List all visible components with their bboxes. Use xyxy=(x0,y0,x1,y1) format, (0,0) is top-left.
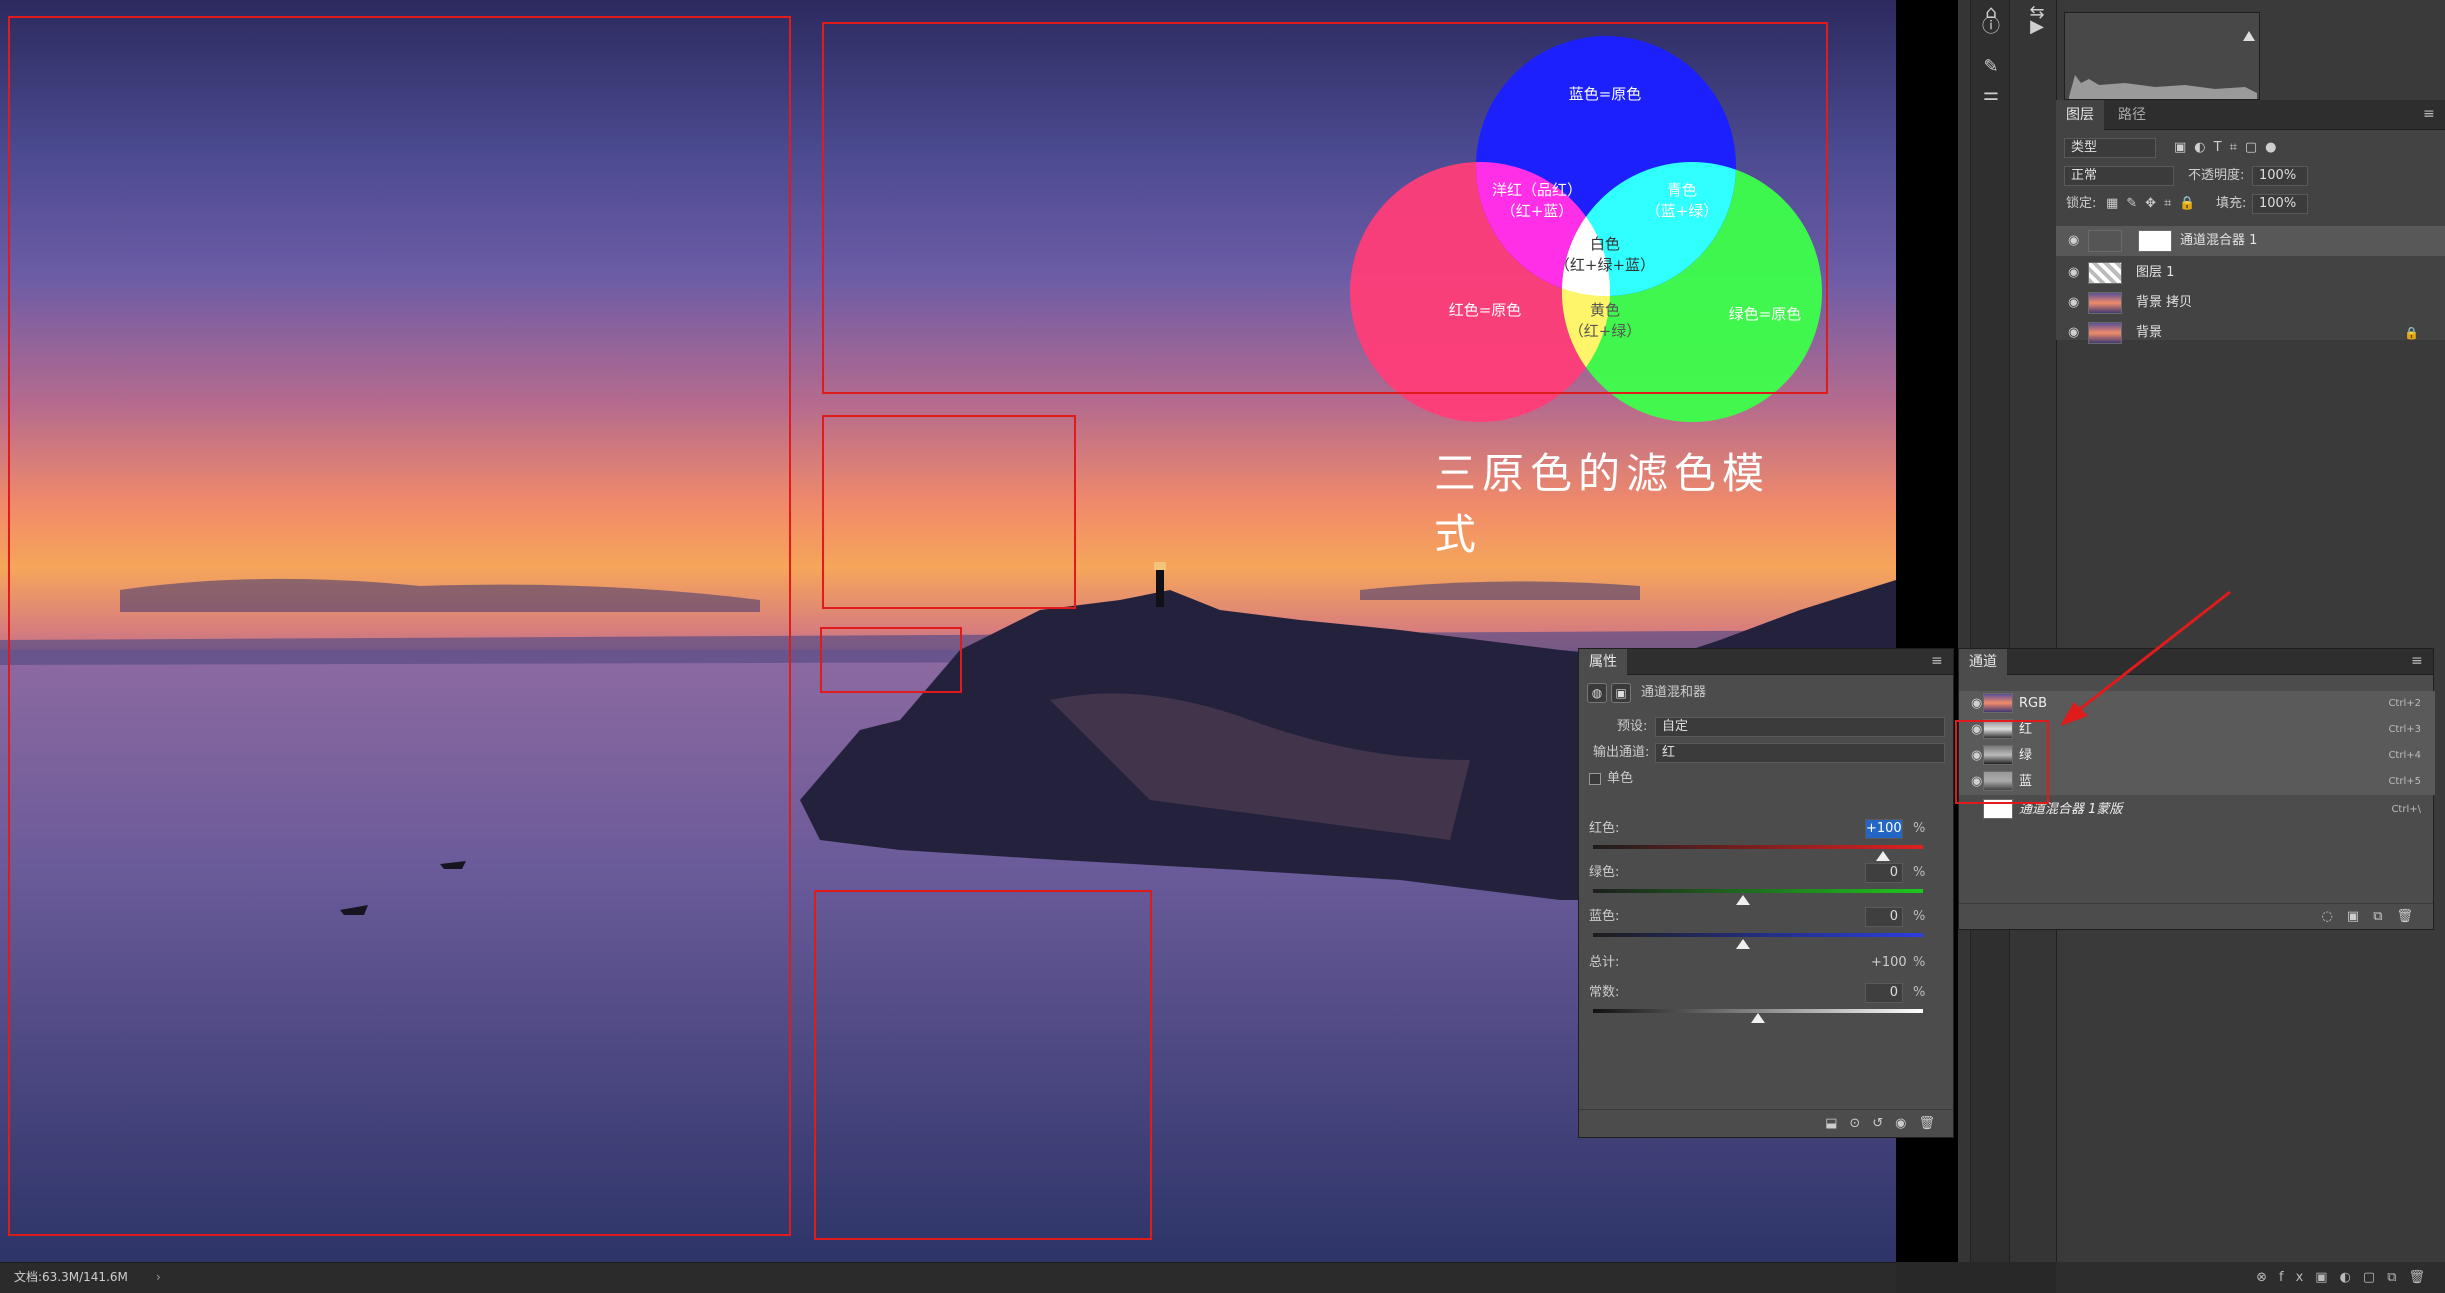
total-label: 总计: xyxy=(1589,955,1620,970)
lock-label: 锁定: xyxy=(2066,196,2097,211)
annotation-box-sea xyxy=(814,890,1152,1240)
blend-mode-select[interactable]: 正常 xyxy=(2064,166,2174,186)
annotation-box-channels xyxy=(1955,720,2049,804)
blue-unit: % xyxy=(1913,909,1926,924)
mixer-icon[interactable]: ◍ xyxy=(1587,683,1607,703)
green-value-field[interactable]: 0 xyxy=(1865,863,1903,883)
mask-thumbnail xyxy=(2138,230,2172,252)
red-value-field[interactable]: +100 xyxy=(1865,819,1903,839)
histogram xyxy=(2064,12,2260,100)
layers-tabbar: 图层 路径 ≡ xyxy=(2056,100,2445,130)
opacity-field[interactable]: 100% xyxy=(2252,166,2308,186)
fill-field[interactable]: 100% xyxy=(2252,194,2308,214)
panel-menu-icon[interactable]: ≡ xyxy=(2411,653,2425,669)
tab-channels[interactable]: 通道 xyxy=(1959,649,2007,675)
annotation-box-horizon xyxy=(820,627,962,693)
eye-icon[interactable]: ◉ xyxy=(2068,234,2086,248)
green-slider-label: 绿色: xyxy=(1589,865,1620,880)
output-channel-select[interactable]: 红 xyxy=(1655,743,1945,763)
layer-name: 通道混合器 1 xyxy=(2180,233,2258,248)
channel-shortcut: Ctrl+\ xyxy=(2391,804,2421,815)
layer-row-1[interactable]: ◉ 图层 1 xyxy=(2056,258,2445,288)
properties-panel: 属性 ≡ ◍ ▣ 通道混和器 预设: 自定 输出通道: 红 单色 红色: +10… xyxy=(1578,648,1954,1138)
layer-row-mixer[interactable]: ◉ 通道混合器 1 xyxy=(2056,226,2445,256)
channel-thumbnail xyxy=(1983,693,2013,713)
doc-size: 文档:63.3M/141.6M xyxy=(14,1270,128,1284)
status-bar: 文档:63.3M/141.6M › xyxy=(0,1262,1896,1293)
blue-slider-track[interactable] xyxy=(1593,933,1923,937)
layer-name: 背景 xyxy=(2136,325,2163,340)
total-value: +100 xyxy=(1871,955,1907,970)
channel-shortcut: Ctrl+5 xyxy=(2388,776,2421,787)
lighthouse xyxy=(1156,567,1164,607)
play-icon[interactable]: ▶ xyxy=(2024,14,2050,40)
constant-label: 常数: xyxy=(1589,985,1620,1000)
annotation-box-diagram xyxy=(822,22,1828,394)
red-slider-label: 红色: xyxy=(1589,821,1620,836)
opacity-label: 不透明度: xyxy=(2188,168,2245,183)
props-tabbar: 属性 ≡ xyxy=(1579,649,1953,675)
layers-footer-icons[interactable]: ⊗fx▣◐▢⧉🗑 xyxy=(2056,1262,2445,1293)
blue-slider-handle[interactable] xyxy=(1736,939,1750,949)
blue-slider-label: 蓝色: xyxy=(1589,909,1620,924)
preset-select[interactable]: 自定 xyxy=(1655,717,1945,737)
output-channel-label: 输出通道: xyxy=(1593,745,1650,760)
layer-thumbnail xyxy=(2088,322,2122,344)
green-slider-handle[interactable] xyxy=(1736,895,1750,905)
info-icon[interactable]: ⓘ xyxy=(1978,14,2004,40)
mask-icon[interactable]: ▣ xyxy=(1611,683,1631,703)
tab-layers[interactable]: 图层 xyxy=(2056,100,2104,130)
green-slider-track[interactable] xyxy=(1593,889,1923,893)
venn-title: 三原色的滤色模式 xyxy=(1434,449,1771,559)
adjustment-name: 通道混和器 xyxy=(1641,685,1707,700)
eye-icon[interactable]: ◉ xyxy=(2068,296,2086,310)
monochrome-label: 单色 xyxy=(1607,771,1634,786)
preset-label: 预设: xyxy=(1617,719,1648,734)
layer-thumbnail xyxy=(2088,292,2122,314)
channels-footer-icons[interactable]: ◌▣⧉🗑 xyxy=(1959,903,2433,929)
layers-panel: 图层 路径 ≡ 类型 ▣◐T⌗▢● 正常 不透明度: 100% 锁定: ▦✎✥⌗… xyxy=(2056,100,2445,344)
blue-value-field[interactable]: 0 xyxy=(1865,907,1903,927)
constant-slider-handle[interactable] xyxy=(1751,1013,1765,1023)
lock-icons[interactable]: ▦✎✥⌗🔒 xyxy=(2106,194,2204,214)
tab-paths[interactable]: 路径 xyxy=(2108,100,2156,130)
blend-mode: 正常 xyxy=(2071,168,2098,183)
total-unit: % xyxy=(1913,955,1926,970)
eye-icon[interactable]: ◉ xyxy=(2068,326,2086,340)
layer-thumbnail xyxy=(2088,262,2122,284)
tab-properties[interactable]: 属性 xyxy=(1579,649,1627,675)
filter-icons[interactable]: ▣◐T⌗▢● xyxy=(2174,138,2285,158)
constant-unit: % xyxy=(1913,985,1926,1000)
annotation-box-sky xyxy=(822,415,1076,609)
layer-row-bg[interactable]: ◉ 背景 🔒 xyxy=(2056,318,2445,348)
red-slider-handle[interactable] xyxy=(1876,851,1890,861)
panel-menu-icon[interactable]: ≡ xyxy=(2423,106,2437,122)
lock-icon: 🔒 xyxy=(2404,326,2419,340)
annotation-arrow xyxy=(2060,590,2231,726)
channel-shortcut: Ctrl+2 xyxy=(2388,698,2421,709)
red-slider-track[interactable] xyxy=(1593,845,1923,849)
filter-label: 类型 xyxy=(2071,140,2098,155)
layer-filter-select[interactable]: 类型 xyxy=(2064,138,2156,158)
fill-label: 填充: xyxy=(2216,196,2247,211)
status-arrow-icon[interactable]: › xyxy=(156,1263,161,1291)
histogram-graph xyxy=(2069,31,2257,99)
props-footer-icons[interactable]: ⬓⊙↺◉🗑 xyxy=(1579,1109,1953,1137)
layer-row-bg-copy[interactable]: ◉ 背景 拷贝 xyxy=(2056,288,2445,318)
panel-menu-icon[interactable]: ≡ xyxy=(1931,653,1945,669)
brush-icon[interactable]: ✎ xyxy=(1978,54,2004,80)
green-unit: % xyxy=(1913,865,1926,880)
adjust-icon[interactable]: ⚌ xyxy=(1978,82,2004,108)
adjustment-icon xyxy=(2088,230,2122,252)
eye-icon[interactable]: ◉ xyxy=(2068,266,2086,280)
layer-name: 背景 拷贝 xyxy=(2136,295,2193,310)
photoshop-window: 蓝色=原色 洋红（品红） （红+蓝） 青色 （蓝+绿） 白色 （红+绿+蓝） 红… xyxy=(0,0,2445,1293)
channel-shortcut: Ctrl+4 xyxy=(2388,750,2421,761)
annotation-box-left xyxy=(8,16,791,1236)
constant-value-field[interactable]: 0 xyxy=(1865,983,1903,1003)
layer-name: 图层 1 xyxy=(2136,265,2175,280)
channel-shortcut: Ctrl+3 xyxy=(2388,724,2421,735)
monochrome-checkbox[interactable] xyxy=(1589,773,1601,785)
red-unit: % xyxy=(1913,821,1926,836)
